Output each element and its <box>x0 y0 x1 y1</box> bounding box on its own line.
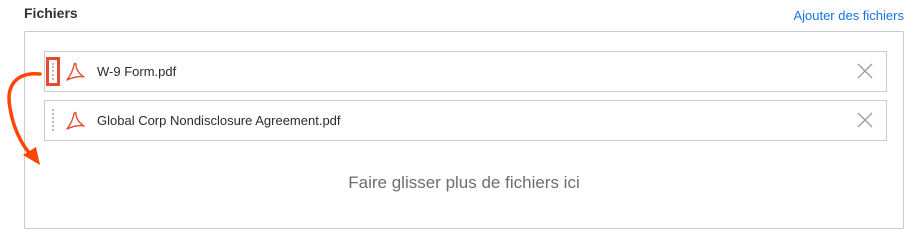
dropzone-label: Faire glisser plus de fichiers ici <box>348 173 580 192</box>
section-title: Fichiers <box>24 5 78 21</box>
file-row[interactable]: W-9 Form.pdf <box>44 51 887 92</box>
file-row[interactable]: Global Corp Nondisclosure Agreement.pdf <box>44 100 887 141</box>
add-files-link[interactable]: Ajouter des fichiers <box>793 8 904 23</box>
annotation-arrow-icon <box>7 72 42 165</box>
close-icon[interactable] <box>857 112 873 128</box>
close-icon[interactable] <box>857 63 873 79</box>
file-name: Global Corp Nondisclosure Agreement.pdf <box>97 113 341 128</box>
file-name: W-9 Form.pdf <box>97 64 177 79</box>
files-panel: W-9 Form.pdf Global Corp Nondisclosure A… <box>24 31 904 229</box>
